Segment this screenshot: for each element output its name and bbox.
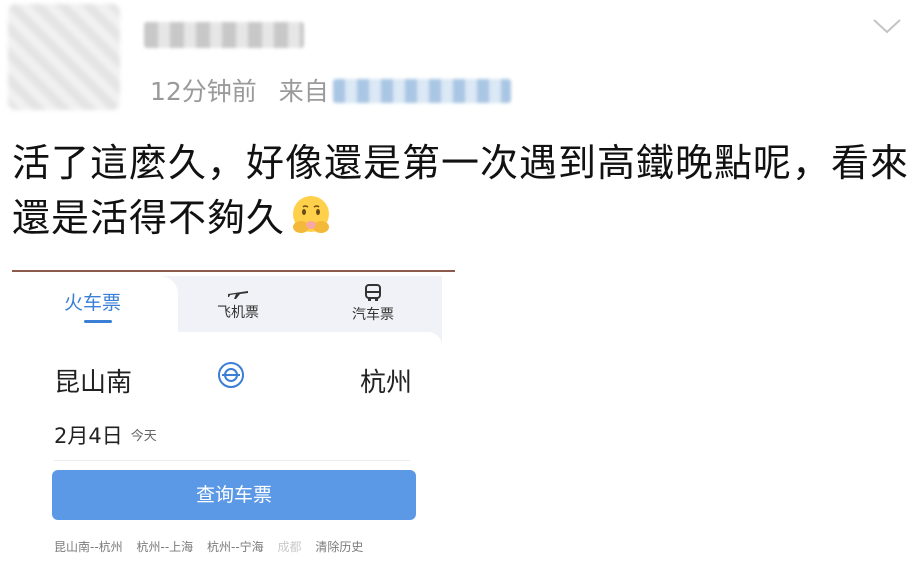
- history-item[interactable]: 杭州--宁海: [207, 540, 264, 554]
- post-source-label: 来自: [278, 77, 329, 106]
- search-panel: 昆山南 杭州 2月4日 今天 查询车票: [28, 332, 442, 561]
- tab-plane[interactable]: 飞机票: [198, 284, 278, 322]
- tab-active-indicator: [84, 320, 112, 323]
- date-note: 今天: [130, 429, 157, 444]
- divider: [54, 460, 410, 461]
- post-time: 12分钟前: [150, 77, 257, 106]
- bus-icon: [365, 284, 381, 301]
- avatar[interactable]: [8, 4, 120, 110]
- username-blurred[interactable]: [144, 22, 304, 48]
- post-meta: 12分钟前 来自: [150, 72, 511, 108]
- history-item[interactable]: 昆山南--杭州: [54, 540, 123, 554]
- search-history: 昆山南--杭州 杭州--上海 杭州--宁海 成都 清除历史: [54, 538, 434, 555]
- search-tickets-button[interactable]: 查询车票: [52, 470, 416, 520]
- ticket-search-card: 火车票 飞机票 汽车票 昆山南 杭州 2月4日今天 查询车票 昆山南--杭州: [28, 276, 442, 561]
- clear-history-button[interactable]: 清除历史: [315, 540, 363, 554]
- from-station[interactable]: 昆山南: [54, 362, 132, 399]
- face-with-hand-over-mouth-icon: [293, 196, 330, 233]
- post-text: 活了這麼久，好像還是第一次遇到高鐵晚點呢，看來還是活得不夠久: [12, 141, 910, 240]
- tab-plane-label: 飞机票: [217, 305, 259, 321]
- date-selector[interactable]: 2月4日 今天: [54, 420, 157, 450]
- swap-stations-icon[interactable]: [216, 360, 246, 390]
- card-top-border: [12, 270, 455, 272]
- post-source-blurred[interactable]: [332, 79, 511, 103]
- date-value: 2月4日: [54, 424, 123, 448]
- chevron-down-icon[interactable]: [872, 16, 902, 36]
- to-station[interactable]: 杭州: [360, 362, 412, 399]
- tab-bus-label: 汽车票: [352, 307, 394, 323]
- tab-train-label: 火车票: [64, 292, 122, 314]
- tab-bus[interactable]: 汽车票: [333, 284, 413, 324]
- history-item[interactable]: 杭州--上海: [137, 540, 194, 554]
- plane-icon: [228, 291, 248, 299]
- post-body: 活了這麼久，好像還是第一次遇到高鐵晚點呢，看來還是活得不夠久: [12, 136, 912, 246]
- history-item[interactable]: 成都: [278, 540, 302, 554]
- tab-train[interactable]: 火车票: [28, 276, 178, 336]
